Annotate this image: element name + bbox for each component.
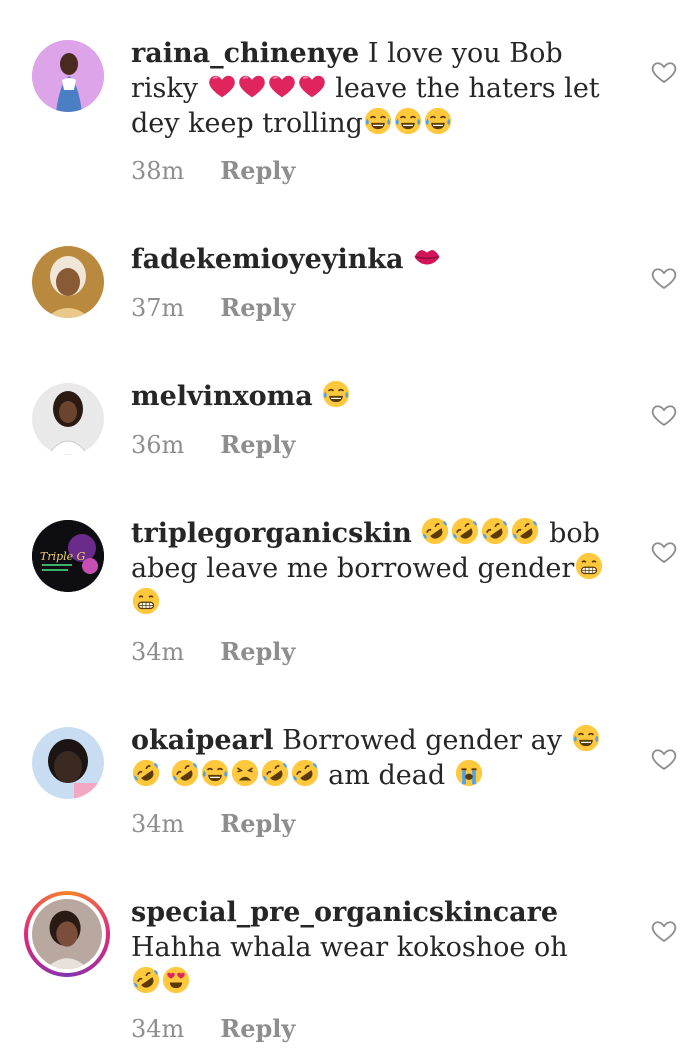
avatar-image xyxy=(32,246,104,318)
rofl-icon xyxy=(290,758,320,788)
rofl-icon xyxy=(450,516,480,546)
heart-outline-icon[interactable] xyxy=(650,745,678,773)
comment-time: 34m xyxy=(131,638,185,666)
rofl-icon xyxy=(480,516,510,546)
comment-meta: 38m Reply xyxy=(131,156,295,185)
avatar[interactable] xyxy=(32,246,104,318)
avatar-image xyxy=(32,727,104,799)
reply-button[interactable]: Reply xyxy=(220,293,295,322)
avatar-brand-text: Triple G xyxy=(40,550,86,563)
heart-outline-icon[interactable] xyxy=(650,538,678,566)
heart-outline-icon[interactable] xyxy=(650,264,678,292)
comment-time: 36m xyxy=(131,431,185,459)
avatar-image xyxy=(32,40,104,112)
rofl-icon xyxy=(170,758,200,788)
comment-text: special_pre_organicskincare Hahha whala … xyxy=(131,895,611,1000)
reply-button[interactable]: Reply xyxy=(220,809,295,838)
red-heart-icon xyxy=(297,71,327,101)
sob-icon xyxy=(454,758,484,788)
comment-username[interactable]: fadekemioyeyinka xyxy=(131,244,404,275)
comment-body: Borrowed gender ay xyxy=(273,725,571,756)
comment-text: raina_chinenye I love you Bob risky leav… xyxy=(131,36,611,141)
rofl-icon xyxy=(131,965,161,995)
comment-username[interactable]: special_pre_organicskincare xyxy=(131,897,558,928)
comment-body: am dead xyxy=(319,760,454,791)
avatar[interactable]: Triple G xyxy=(32,520,104,592)
comment-username[interactable]: triplegorganicskin xyxy=(131,518,412,549)
heart-outline-icon[interactable] xyxy=(650,401,678,429)
comment-meta: 34m Reply xyxy=(131,809,295,838)
heart-outline-icon[interactable] xyxy=(650,58,678,86)
heart-eyes-icon xyxy=(161,965,191,995)
red-heart-icon xyxy=(237,71,267,101)
comment-time: 38m xyxy=(131,157,185,185)
comment-username[interactable]: melvinxoma xyxy=(131,381,313,412)
comment-text: melvinxoma xyxy=(131,379,611,414)
heart-outline-icon[interactable] xyxy=(650,917,678,945)
comment-time: 37m xyxy=(131,294,185,322)
comment-text: triplegorganicskin bob abeg leave me bor… xyxy=(131,516,611,621)
joy-icon xyxy=(200,758,230,788)
avatar[interactable] xyxy=(32,383,104,455)
avatar-image xyxy=(32,383,104,455)
comment-time: 34m xyxy=(131,1015,185,1043)
comment-meta: 34m Reply xyxy=(131,1014,295,1043)
reply-button[interactable]: Reply xyxy=(220,156,295,185)
joy-icon xyxy=(363,106,393,136)
grin-icon xyxy=(131,586,161,616)
grin-icon xyxy=(574,551,604,581)
joy-icon xyxy=(321,379,351,409)
comment-text: okaipearl Borrowed gender ay am dead xyxy=(131,723,611,793)
joy-icon xyxy=(571,723,601,753)
joy-icon xyxy=(423,106,453,136)
weary-icon xyxy=(230,758,260,788)
lips-icon xyxy=(412,242,442,272)
avatar-story-ring[interactable] xyxy=(24,891,110,977)
avatar[interactable] xyxy=(32,40,104,112)
comment-username[interactable]: okaipearl xyxy=(131,725,274,756)
comment-meta: 37m Reply xyxy=(131,293,295,322)
comment-meta: 34m Reply xyxy=(131,637,295,666)
red-heart-icon xyxy=(207,71,237,101)
comment-time: 34m xyxy=(131,810,185,838)
reply-button[interactable]: Reply xyxy=(220,637,295,666)
avatar-image xyxy=(32,899,102,969)
comment-text: fadekemioyeyinka xyxy=(131,242,611,277)
avatar[interactable] xyxy=(32,727,104,799)
avatar-image: Triple G xyxy=(32,520,104,592)
rofl-icon xyxy=(510,516,540,546)
rofl-icon xyxy=(260,758,290,788)
joy-icon xyxy=(393,106,423,136)
rofl-icon xyxy=(131,758,161,788)
comment-username[interactable]: raina_chinenye xyxy=(131,38,359,69)
reply-button[interactable]: Reply xyxy=(220,1014,295,1043)
rofl-icon xyxy=(420,516,450,546)
reply-button[interactable]: Reply xyxy=(220,430,295,459)
comment-body: Hahha whala wear kokoshoe oh xyxy=(131,932,568,963)
red-heart-icon xyxy=(267,71,297,101)
comment-meta: 36m Reply xyxy=(131,430,295,459)
